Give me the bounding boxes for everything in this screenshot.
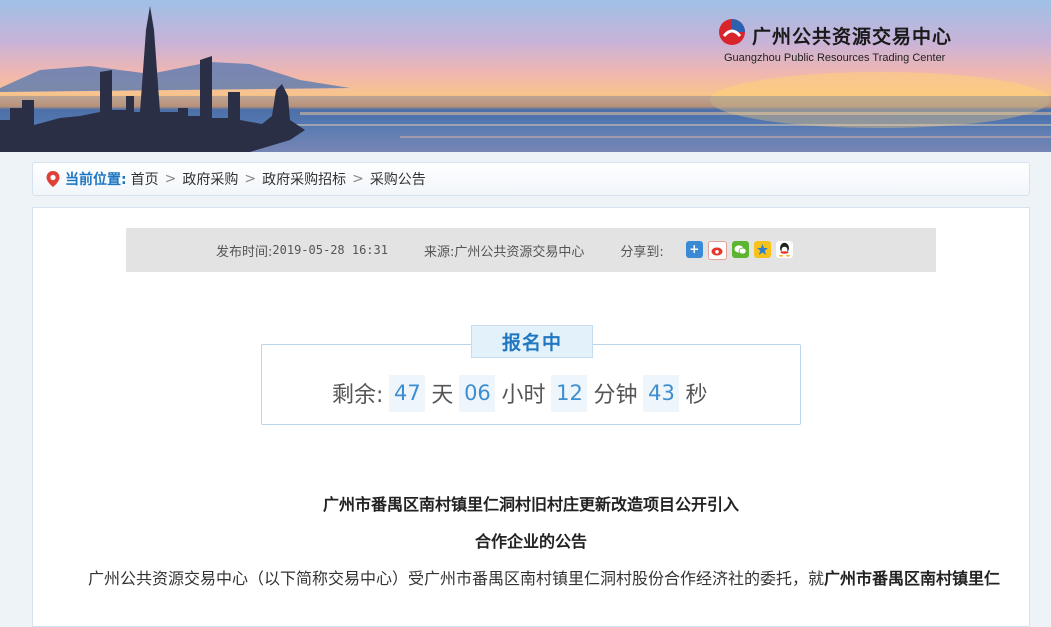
publish-time: 2019-05-28 16:31 [272, 243, 388, 257]
qq-icon[interactable] [775, 240, 793, 258]
hours-unit: 小时 [501, 383, 546, 408]
weibo-icon[interactable] [707, 240, 727, 260]
breadcrumb-separator: > [244, 171, 257, 187]
site-logo[interactable]: 广州公共资源交易中心 Guangzhou Public Resources Tr… [718, 18, 978, 68]
breadcrumb-separator: > [352, 171, 364, 187]
countdown-timer: 剩余: 47 天 06 小时 12 分钟 43 秒 [332, 374, 707, 412]
countdown-seconds: 43 [643, 374, 680, 412]
breadcrumb-label: 当前位置: [65, 172, 127, 188]
minutes-unit: 分钟 [593, 383, 638, 408]
emblem-icon [719, 19, 745, 45]
article-body-text: 广州公共资源交易中心（以下简称交易中心）受广州市番禺区南村镇里仁洞村股份合作经济… [88, 569, 825, 588]
countdown-prefix: 剩余: [332, 383, 384, 408]
breadcrumb-gov-procurement[interactable]: 政府采购 [182, 169, 238, 189]
share-label: 分享到: [620, 244, 664, 260]
share-plus-icon[interactable]: + [685, 240, 703, 258]
article-body: 广州公共资源交易中心（以下简称交易中心）受广州市番禺区南村镇里仁洞村股份合作经济… [88, 565, 1028, 589]
article-body-bold: 广州市番禺区南村镇里仁 [824, 569, 1001, 588]
qzone-icon[interactable] [753, 240, 771, 258]
location-pin-icon [46, 171, 60, 187]
header-banner: 广州公共资源交易中心 Guangzhou Public Resources Tr… [0, 0, 1051, 152]
registration-status-badge: 报名中 [471, 325, 593, 358]
breadcrumb-gov-tender[interactable]: 政府采购招标 [262, 169, 346, 189]
wechat-icon[interactable] [731, 240, 749, 258]
logo-subtitle: Guangzhou Public Resources Trading Cente… [724, 52, 946, 64]
countdown-hours: 06 [459, 374, 496, 412]
article-title-line1: 广州市番禺区南村镇里仁洞村旧村庄更新改造项目公开引入 [322, 495, 739, 514]
days-unit: 天 [431, 383, 454, 408]
publish-label: 发布时间: [216, 244, 273, 260]
source-name: 广州公共资源交易中心 [454, 244, 585, 260]
article-meta-bar: 发布时间: 2019-05-28 16:31 来源: 广州公共资源交易中心 分享… [126, 228, 936, 272]
breadcrumb-separator: > [164, 171, 177, 187]
breadcrumb: 当前位置: 首页 > 政府采购 > 政府采购招标 > 采购公告 [32, 162, 1030, 196]
article-title-line2: 合作企业的公告 [474, 532, 587, 551]
logo-title: 广州公共资源交易中心 [752, 26, 953, 48]
breadcrumb-procurement-notice[interactable]: 采购公告 [370, 169, 426, 189]
countdown-days: 47 [389, 374, 426, 412]
breadcrumb-home[interactable]: 首页 [131, 169, 159, 189]
share-icons: + [685, 240, 793, 260]
seconds-unit: 秒 [685, 383, 708, 408]
countdown-minutes: 12 [551, 374, 588, 412]
source-label: 来源: [423, 244, 455, 260]
